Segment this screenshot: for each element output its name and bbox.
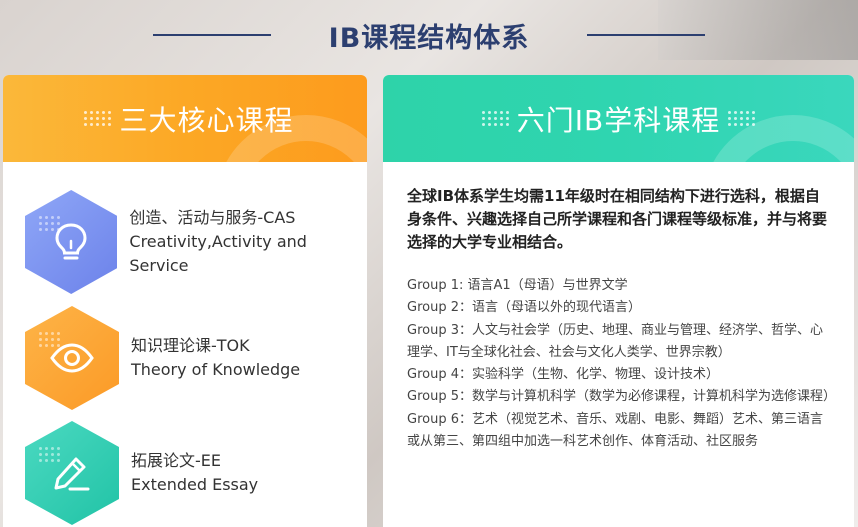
core-courses-card: 三大核心课程 创造、活动与服务-CAS Creativity,Activity … (3, 75, 367, 527)
course-subtitle: Creativity,Activity and Service (129, 232, 307, 275)
course-item-tok: 知识理论课-TOK Theory of Knowledge (25, 306, 300, 410)
list-item: Group 6：艺术（视觉艺术、音乐、戏剧、电影、舞蹈）艺术、第三语言或从第三、… (407, 411, 823, 450)
course-item-cas: 创造、活动与服务-CAS Creativity,Activity and Ser… (25, 190, 367, 294)
dots-decoration (481, 111, 509, 126)
list-item: Group 4：实验科学（生物、化学、物理、设计技术） (407, 367, 719, 383)
list-item: Group 1: 语言A1（母语）与世界文学 (407, 278, 628, 293)
course-subtitle: Theory of Knowledge (131, 360, 301, 379)
course-subtitle: Extended Essay (131, 475, 259, 494)
course-title: 知识理论课-TOK (131, 336, 250, 355)
list-item: Group 3：人文与社会学（历史、地理、商业与管理、经济学、哲学、心理学、IT… (407, 322, 823, 360)
header-right-line (587, 34, 706, 36)
ib-subjects-title: 六门IB学科课程 (516, 103, 721, 137)
list-item: Group 2：语言（母语以外的现代语言） (407, 300, 641, 316)
dots-decoration (728, 111, 756, 126)
core-courses-header: 三大核心课程 (3, 75, 367, 162)
page-title: IB课程结构体系 (328, 22, 530, 54)
dots-decoration (84, 111, 112, 126)
core-courses-title: 三大核心课程 (119, 103, 294, 137)
pencil-icon (25, 421, 119, 525)
ib-intro-text: 全球IB体系学生均需11年级时在相同结构下进行选科，根据自身条件、兴趣选择自己所… (407, 187, 828, 251)
course-item-ee: 拓展论文-EE Extended Essay (25, 421, 258, 525)
lightbulb-icon (25, 190, 118, 294)
course-title: 创造、活动与服务-CAS (129, 208, 296, 227)
group-list: Group 1: 语言A1（母语）与世界文学 Group 2：语言（母语以外的现… (407, 275, 836, 453)
section-header: IB课程结构体系 (0, 12, 858, 58)
list-item: Group 5：数学与计算机科学（数学为必修课程，计算机科学为选修课程） (407, 389, 836, 405)
header-left-line (152, 34, 271, 36)
eye-icon (25, 306, 119, 410)
ib-subjects-card: 六门IB学科课程 全球IB体系学生均需11年级时在相同结构下进行选科，根据自身条… (383, 75, 854, 527)
ib-subjects-header: 六门IB学科课程 (383, 75, 854, 162)
course-title: 拓展论文-EE (131, 451, 221, 470)
